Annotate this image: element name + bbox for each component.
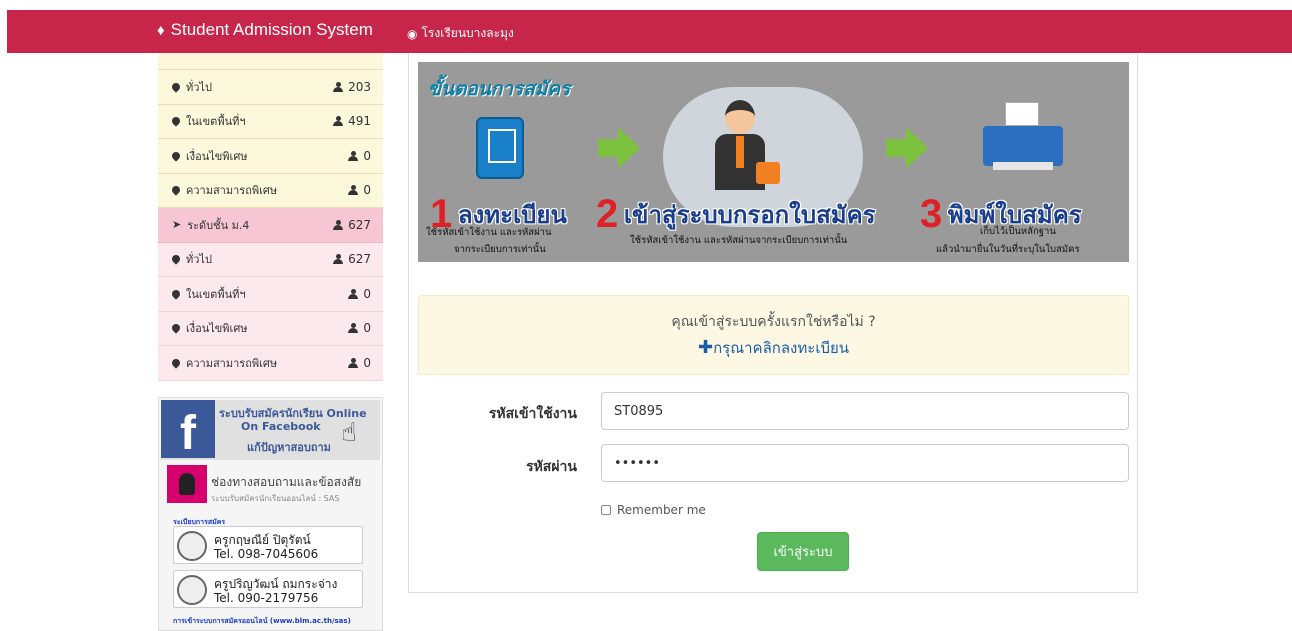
map-pin-icon xyxy=(170,184,182,196)
sidebar-row: ทั่วไป 627 xyxy=(158,242,383,277)
row-count: 491 xyxy=(348,114,371,129)
step-2: 2 เข้าสู่ระบบกรอกใบสมัคร xyxy=(596,192,876,237)
plus-icon: ✚ xyxy=(697,337,714,358)
user-icon xyxy=(333,254,344,265)
row-label: เงื่อนไขพิเศษ xyxy=(186,149,248,163)
sidebar-row: ความสามารถพิเศษ 0 xyxy=(158,173,383,208)
step-1-caption: ใช้รหัสเข้าใช้งาน และรหัสผ่าน xyxy=(426,227,552,238)
contact-card: ครูปริญวัฒน์ ถมกระจ่าง Tel. 090-2179756 xyxy=(173,570,363,608)
school-link[interactable]: ◉ โรงเรียนบางละมุง xyxy=(407,24,514,43)
facebook-banner[interactable]: f ระบบรับสมัครนักเรียน Online On Faceboo… xyxy=(161,400,380,460)
first-time-question: คุณเข้าสู่ระบบครั้งแรกใช่หรือไม่ ? xyxy=(671,314,876,330)
facebook-help-box: f ระบบรับสมัครนักเรียน Online On Faceboo… xyxy=(158,397,383,631)
globe-icon: ◉ xyxy=(407,26,418,41)
row-label: ในเขตพื้นที่ฯ xyxy=(186,287,246,301)
step-number: 3 xyxy=(920,192,943,236)
row-label: เงื่อนไขพิเศษ xyxy=(186,322,248,336)
row-label: ทั่วไป xyxy=(186,253,212,267)
contact-phone: Tel. 098-7045606 xyxy=(214,547,319,561)
row-label: ระดับชั้น ม.4 xyxy=(187,218,250,232)
contact-phone: Tel. 090-2179756 xyxy=(214,591,319,605)
paper-plane-icon: ➤ xyxy=(172,218,182,232)
brand-label: Student Admission System xyxy=(170,20,373,39)
user-icon xyxy=(348,150,359,161)
headset-icon xyxy=(177,531,207,561)
user-icon xyxy=(333,116,344,127)
sidebar-row-header: ➤ ระดับชั้น ม.4 627 xyxy=(158,208,383,243)
step-label: เข้าสู่ระบบกรอกใบสมัคร xyxy=(623,201,876,229)
user-icon xyxy=(333,81,344,92)
row-label: ทั่วไป xyxy=(186,80,212,94)
row-count: 627 xyxy=(348,252,371,267)
password-label: รหัสผ่าน xyxy=(526,459,577,475)
row-count: 0 xyxy=(363,355,371,370)
top-navbar: ♦ Student Admission System ◉ โรงเรียนบาง… xyxy=(7,10,1292,53)
facebook-help-text: แก้ปัญหาสอบถาม xyxy=(247,441,331,454)
user-icon xyxy=(348,357,359,368)
touch-hand-icon: ☝ xyxy=(341,418,357,448)
sidebar-row: เงื่อนไขพิเศษ 0 xyxy=(158,139,383,174)
arrow-right-icon xyxy=(886,127,928,169)
map-pin-icon xyxy=(170,115,182,127)
row-count: 0 xyxy=(363,148,371,163)
row-label: ในเขตพื้นที่ฯ xyxy=(186,115,246,129)
sidebar-row: ในเขตพื้นที่ฯ 491 xyxy=(158,104,383,139)
login-button[interactable]: เข้าสู่ระบบ xyxy=(757,532,849,571)
sidebar-row: ในเขตพื้นที่ฯ 0 xyxy=(158,277,383,312)
map-pin-icon xyxy=(170,150,182,162)
map-pin-icon xyxy=(170,253,182,265)
contact-title: ช่องทางสอบถามและข้อสงสัย xyxy=(211,475,362,489)
map-pin-icon xyxy=(170,322,182,334)
school-link-label: โรงเรียนบางละมุง xyxy=(421,26,514,40)
lock-icon xyxy=(756,162,780,184)
register-link-label: กรุณาคลิกลงทะเบียน xyxy=(713,339,850,357)
username-label: รหัสเข้าใช้งาน xyxy=(488,406,577,422)
step-1-caption: จากระเบียบการเท่านั้น xyxy=(454,244,546,255)
contact-subtitle: ระบบรับสมัครนักเรียนออนไลน์ : SAS xyxy=(211,494,340,503)
step-2-caption: ใช้รหัสเข้าใช้งาน และรหัสผ่านจากระเบียบก… xyxy=(630,235,848,246)
contact-card: ครูกฤษณีย์ ปิตุรัตน์ Tel. 098-7045606 xyxy=(173,526,363,564)
register-link[interactable]: ✚กรุณาคลิกลงทะเบียน xyxy=(419,336,1128,360)
steps-banner: ขั้นตอนการสมัคร 1 ลงทะเบียน 2 เข้าสู่ระบ… xyxy=(418,62,1129,262)
support-avatar-icon xyxy=(167,465,207,503)
stats-sidebar: ทั่วไป 203 ในเขตพื้นที่ฯ 491 เงื่อนไขพิเ… xyxy=(158,53,383,381)
row-count: 0 xyxy=(363,183,371,198)
brand-link[interactable]: ♦ Student Admission System xyxy=(157,20,373,40)
map-pin-icon xyxy=(170,357,182,369)
row-count: 0 xyxy=(363,321,371,336)
password-input[interactable]: •••••• xyxy=(601,444,1129,482)
map-pin-icon xyxy=(170,81,182,93)
headset-icon xyxy=(177,575,207,605)
user-icon xyxy=(348,185,359,196)
remember-me[interactable]: Remember me xyxy=(601,503,706,517)
facebook-subtitle: On Facebook xyxy=(241,420,321,433)
printer-icon xyxy=(983,102,1063,172)
fire-icon: ♦ xyxy=(157,21,165,39)
user-icon xyxy=(348,288,359,299)
sidebar-row: ทั่วไป 203 xyxy=(158,70,383,105)
row-count: 203 xyxy=(348,79,371,94)
step-number: 2 xyxy=(596,192,619,236)
map-pin-icon xyxy=(170,288,182,300)
username-input[interactable]: ST0895 xyxy=(601,392,1129,430)
facebook-logo-icon: f xyxy=(161,400,215,458)
arrow-right-icon xyxy=(598,127,640,169)
sidebar-row: ความสามารถพิเศษ 0 xyxy=(158,346,383,381)
first-time-alert: คุณเข้าสู่ระบบครั้งแรกใช่หรือไม่ ? ✚กรุณ… xyxy=(418,295,1129,375)
row-label: ความสามารถพิเศษ xyxy=(186,184,278,198)
row-count: 0 xyxy=(363,286,371,301)
section-label: การเข้าระบบการสมัครออนไลน์ (www.blm.ac.t… xyxy=(173,617,351,625)
remember-label: Remember me xyxy=(617,503,706,517)
register-form-icon xyxy=(476,117,524,179)
row-label: ความสามารถพิเศษ xyxy=(186,356,278,370)
user-icon xyxy=(348,323,359,334)
step-3-caption: เก็บไว้เป็นหลักฐาน xyxy=(980,226,1056,237)
sidebar-row xyxy=(158,53,383,70)
user-icon xyxy=(333,219,344,230)
remember-checkbox[interactable] xyxy=(601,505,611,515)
step-3-caption: แล้วนำมายื่นในวันที่ระบุในใบสมัคร xyxy=(936,244,1080,255)
row-count: 627 xyxy=(348,217,371,232)
banner-title: ขั้นตอนการสมัคร xyxy=(428,78,571,100)
sidebar-row: เงื่อนไขพิเศษ 0 xyxy=(158,311,383,346)
